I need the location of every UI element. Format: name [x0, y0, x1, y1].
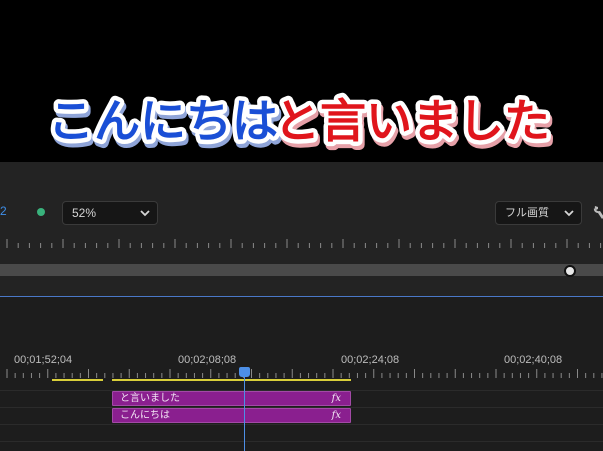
- quality-value: フル画質: [505, 206, 549, 219]
- clip-label: と言いました: [120, 393, 180, 404]
- track-divider: [0, 441, 603, 442]
- work-area-bar[interactable]: [52, 379, 103, 381]
- page-number: 2: [0, 204, 7, 218]
- monitor-scrollbar[interactable]: [0, 264, 603, 276]
- playhead-handle[interactable]: [239, 367, 250, 377]
- monitor-ruler[interactable]: [0, 236, 603, 252]
- clip-caption-1[interactable]: こんにちは fx: [112, 408, 351, 423]
- clip-label: こんにちは: [120, 410, 170, 421]
- fx-icon: fx: [331, 393, 341, 404]
- clip-caption-2[interactable]: と言いました fx: [112, 391, 351, 406]
- zoom-dropdown[interactable]: 52%: [62, 201, 158, 225]
- zoom-value: 52%: [72, 206, 97, 220]
- caption-text-red: と言いました: [274, 94, 550, 148]
- quality-dropdown[interactable]: フル画質: [495, 201, 582, 225]
- chevron-down-icon: [140, 210, 150, 217]
- caption-overlay: こんにちは と言いました こんにちは と言いました こんにちは と言いました: [44, 90, 557, 157]
- fx-icon: fx: [331, 410, 341, 421]
- playhead-line[interactable]: [244, 376, 245, 451]
- caption-text-blue: こんにちは: [48, 94, 278, 148]
- chevron-down-icon: [564, 210, 574, 217]
- status-indicator: [37, 208, 45, 216]
- work-area-bar[interactable]: [112, 379, 351, 381]
- scrollbar-handle[interactable]: [564, 265, 576, 277]
- program-monitor: こんにちは と言いました こんにちは と言いました こんにちは と言いました: [0, 0, 603, 162]
- wrench-icon[interactable]: [592, 203, 603, 221]
- track-divider: [0, 424, 603, 425]
